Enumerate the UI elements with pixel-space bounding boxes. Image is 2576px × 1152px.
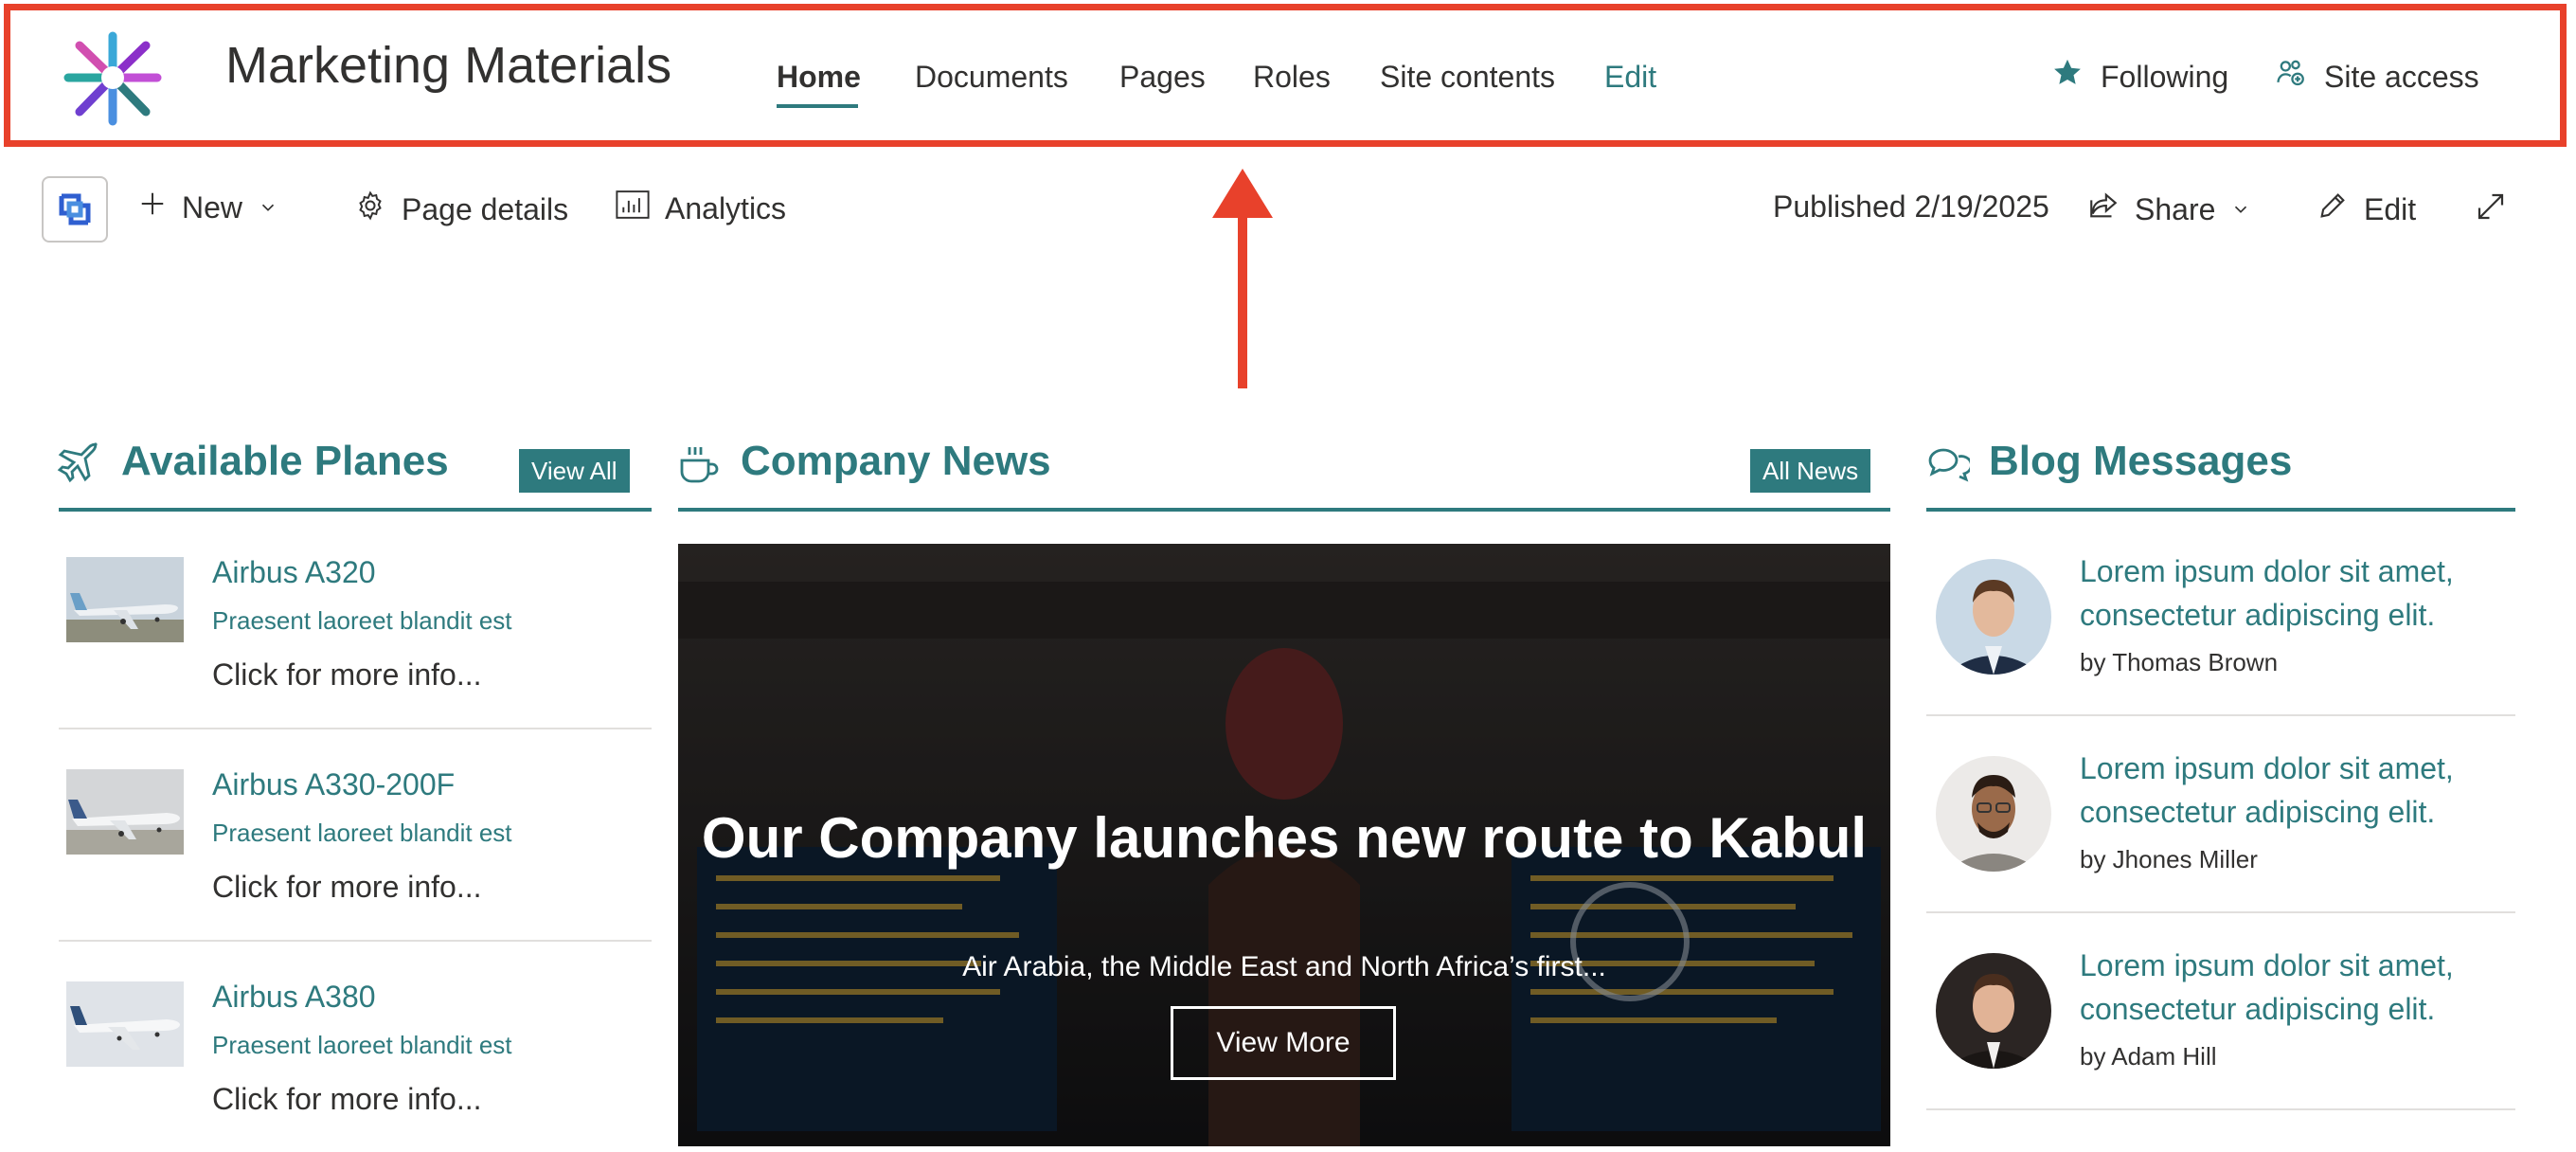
- plane-more-link[interactable]: Click for more info...: [212, 870, 482, 905]
- chevron-down-icon: [2230, 192, 2251, 227]
- edit-page-button[interactable]: Edit: [2317, 189, 2416, 229]
- pencil-icon: [2317, 189, 2349, 229]
- all-news-button[interactable]: All News: [1750, 449, 1871, 493]
- blog-message[interactable]: Lorem ipsum dolor sit amet, consectetur …: [2080, 549, 2515, 637]
- share-label: Share: [2135, 191, 2216, 226]
- published-status: Published 2/19/2025: [1773, 189, 2049, 224]
- plane-item[interactable]: Airbus A330-200F Praesent laoreet blandi…: [59, 728, 652, 942]
- news-headline[interactable]: Our Company launches new route to Kabul: [678, 800, 1890, 877]
- chat-bubbles-icon: [1924, 441, 1973, 492]
- annotation-arrow: [1212, 169, 1273, 388]
- plane-name[interactable]: Airbus A380: [212, 980, 376, 1015]
- view-more-button[interactable]: View More: [1171, 1006, 1396, 1080]
- analytics-icon: [616, 189, 650, 227]
- news-summary: Air Arabia, the Middle East and North Af…: [962, 951, 1606, 982]
- plane-name[interactable]: Airbus A330-200F: [212, 767, 455, 802]
- plane-more-link[interactable]: Click for more info...: [212, 1082, 482, 1117]
- plane-thumbnail: [66, 769, 184, 855]
- blog-item[interactable]: Lorem ipsum dolor sit amet, consectetur …: [1926, 519, 2515, 716]
- annotation-highlight-frame: [4, 4, 2567, 147]
- plane-more-link[interactable]: Click for more info...: [212, 657, 482, 693]
- plane-subtitle: Praesent laoreet blandit est: [212, 606, 512, 635]
- gear-icon: [354, 189, 386, 229]
- company-news-title: Company News: [741, 438, 1051, 484]
- expand-icon: [2474, 189, 2508, 231]
- page-details-button[interactable]: Page details: [354, 189, 568, 229]
- plane-subtitle: Praesent laoreet blandit est: [212, 1031, 512, 1059]
- expand-button[interactable]: [2474, 189, 2508, 231]
- avatar: [1936, 953, 2051, 1069]
- avatar: [1936, 756, 2051, 872]
- blog-item[interactable]: Lorem ipsum dolor sit amet, consectetur …: [1926, 913, 2515, 1110]
- section-divider: [1926, 508, 2515, 512]
- section-divider: [678, 508, 1890, 512]
- plane-subtitle: Praesent laoreet blandit est: [212, 819, 512, 847]
- blog-messages-title: Blog Messages: [1989, 438, 2293, 484]
- share-icon: [2087, 189, 2120, 229]
- plane-thumbnail: [66, 557, 184, 642]
- plane-item[interactable]: Airbus A320 Praesent laoreet blandit est…: [59, 515, 652, 729]
- analytics-button[interactable]: Analytics: [616, 189, 786, 227]
- coffee-cup-icon: [676, 441, 722, 492]
- section-divider: [59, 508, 652, 512]
- new-button[interactable]: New: [138, 189, 278, 225]
- avatar: [1936, 559, 2051, 675]
- blog-message[interactable]: Lorem ipsum dolor sit amet, consectetur …: [2080, 944, 2515, 1031]
- app-launcher-icon[interactable]: [42, 176, 108, 243]
- view-all-button[interactable]: View All: [519, 449, 630, 493]
- analytics-label: Analytics: [665, 190, 787, 225]
- share-button[interactable]: Share: [2087, 189, 2251, 229]
- new-label: New: [182, 189, 243, 225]
- plus-icon: [138, 189, 167, 225]
- available-planes-title: Available Planes: [121, 438, 449, 484]
- chevron-down-icon: [258, 190, 278, 225]
- news-hero-card[interactable]: Our Company launches new route to Kabul …: [678, 544, 1890, 1146]
- plane-thumbnail: [66, 981, 184, 1067]
- plane-item[interactable]: Airbus A380 Praesent laoreet blandit est…: [59, 940, 652, 1152]
- blog-message[interactable]: Lorem ipsum dolor sit amet, consectetur …: [2080, 747, 2515, 834]
- plane-name[interactable]: Airbus A320: [212, 555, 376, 590]
- blog-author: by Jhones Miller: [2080, 845, 2258, 873]
- page-details-label: Page details: [402, 191, 569, 226]
- blog-author: by Thomas Brown: [2080, 648, 2279, 676]
- blog-author: by Adam Hill: [2080, 1042, 2217, 1071]
- airplane-icon: [57, 440, 102, 490]
- edit-label: Edit: [2364, 191, 2417, 226]
- blog-item[interactable]: Lorem ipsum dolor sit amet, consectetur …: [1926, 716, 2515, 913]
